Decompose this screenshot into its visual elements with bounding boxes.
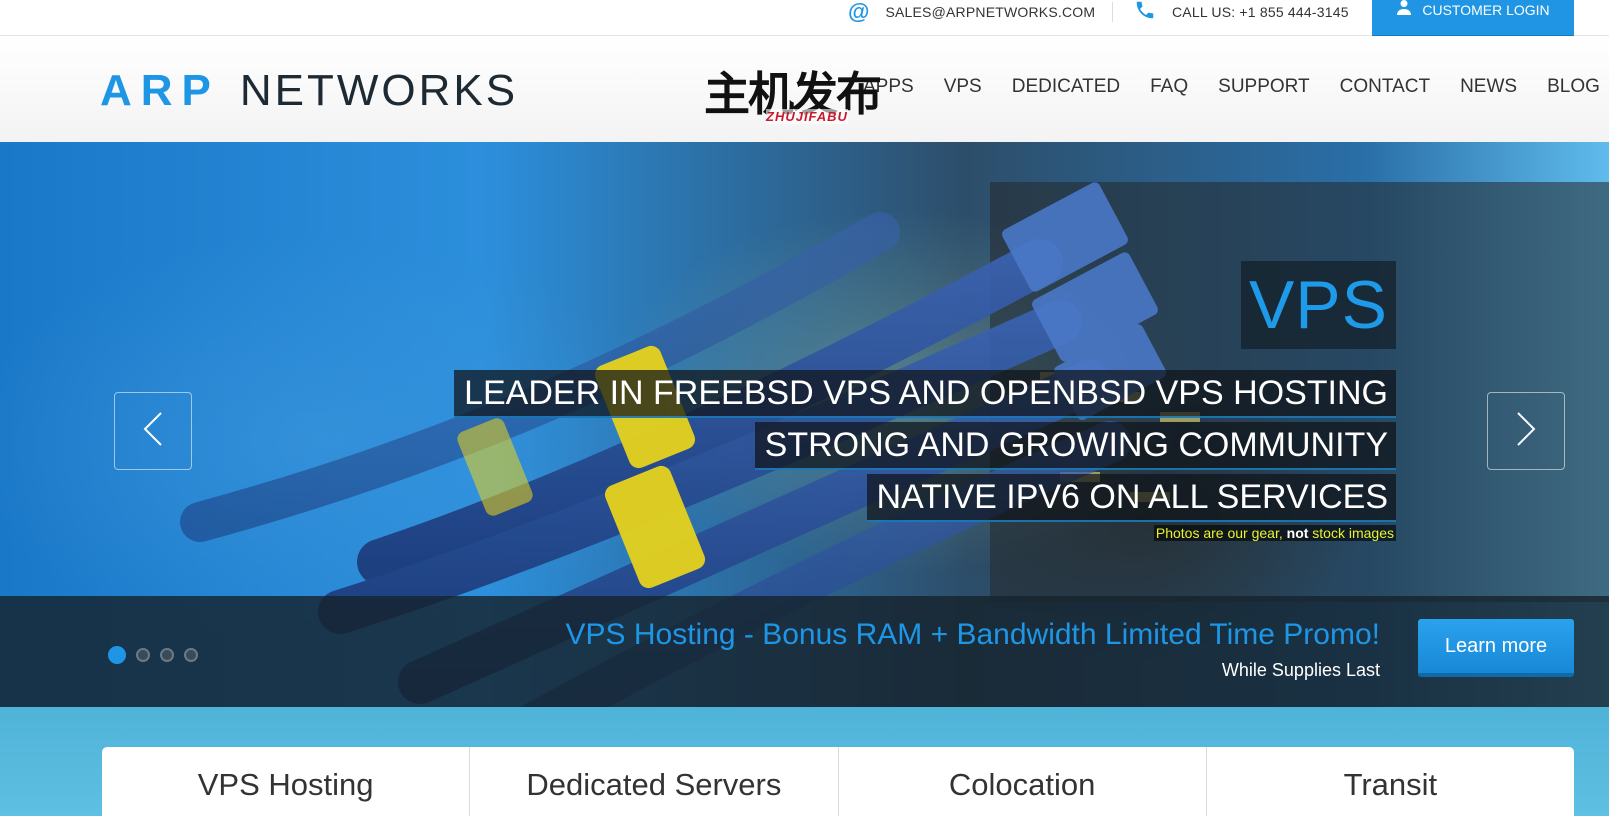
service-colocation[interactable]: Colocation [839, 747, 1207, 816]
nav-item-dedicated[interactable]: DEDICATED [1012, 76, 1120, 98]
service-vps-hosting[interactable]: VPS Hosting [102, 747, 471, 816]
slide-feature-2: STRONG AND GROWING COMMUNITY [754, 422, 1396, 470]
service-transit[interactable]: Transit [1207, 747, 1574, 816]
slider-dot-4[interactable] [184, 648, 198, 662]
phone-contact[interactable]: CALL US: +1 855 444-3145 [1134, 0, 1349, 24]
at-icon: @ [848, 0, 870, 24]
service-label: Colocation [948, 767, 1096, 802]
user-icon [1396, 0, 1412, 20]
note-text-after: stock images [1308, 525, 1394, 541]
note-text-bold: not [1286, 525, 1309, 541]
topbar-divider [1112, 2, 1113, 22]
learn-more-button[interactable]: Learn more [1418, 619, 1574, 677]
slider-next-button[interactable] [1487, 392, 1565, 470]
nav-item-support[interactable]: SUPPORT [1218, 76, 1310, 98]
chevron-left-icon [141, 409, 165, 454]
slide-photo-note: Photos are our gear, not stock images [1153, 525, 1396, 541]
watermark-overlay: 主机发布 ZHUJIFABU [704, 66, 904, 126]
promo-subtitle: While Supplies Last [1221, 660, 1380, 680]
service-dedicated-servers[interactable]: Dedicated Servers [470, 747, 839, 816]
slide-title: VPS [1241, 261, 1396, 349]
nav-item-contact[interactable]: CONTACT [1340, 76, 1430, 98]
slider-dot-2[interactable] [136, 648, 150, 662]
phone-number: CALL US: +1 855 444-3145 [1172, 4, 1349, 20]
nav-item-news[interactable]: NEWS [1460, 76, 1517, 98]
nav-item-vps[interactable]: VPS [944, 76, 982, 98]
services-section: VPS Hosting Dedicated Servers Colocation… [0, 707, 1609, 816]
service-label: VPS Hosting [197, 767, 374, 802]
email-contact[interactable]: @ SALES@ARPNETWORKS.COM [848, 0, 1095, 24]
watermark-en: ZHUJIFABU [766, 109, 848, 124]
logo-networks: NETWORKS [239, 66, 519, 115]
nav-item-faq[interactable]: FAQ [1150, 76, 1188, 98]
slider-dot-1[interactable] [108, 646, 126, 664]
chevron-right-icon [1514, 409, 1538, 454]
email-link[interactable]: SALES@ARPNETWORKS.COM [885, 4, 1095, 20]
slide-title-text: VPS [1248, 267, 1389, 343]
site-logo[interactable]: ARP NETWORKS [100, 66, 518, 116]
slide-feature-1: LEADER IN FREEBSD VPS AND OPENBSD VPS HO… [454, 370, 1396, 418]
customer-login-label: CUSTOMER LOGIN [1422, 1, 1550, 18]
customer-login-button[interactable]: CUSTOMER LOGIN [1372, 0, 1574, 38]
service-label: Dedicated Servers [526, 767, 782, 802]
slider-dots [108, 646, 198, 664]
slider-prev-button[interactable] [114, 392, 192, 470]
main-nav: APPS VPS DEDICATED FAQ SUPPORT CONTACT N… [863, 76, 1600, 98]
logo-arp: ARP [100, 66, 220, 115]
nav-item-blog[interactable]: BLOG [1547, 76, 1600, 98]
promo-title[interactable]: VPS Hosting - Bonus RAM + Bandwidth Limi… [565, 618, 1380, 652]
service-label: Transit [1343, 767, 1438, 802]
header: ARP NETWORKS APPS VPS DEDICATED FAQ SUPP… [0, 36, 1609, 142]
slider-dot-3[interactable] [160, 648, 174, 662]
slide-feature-3: NATIVE IPV6 ON ALL SERVICES [866, 474, 1396, 522]
promo-bar: VPS Hosting - Bonus RAM + Bandwidth Limi… [0, 596, 1609, 707]
top-bar: @ SALES@ARPNETWORKS.COM CALL US: +1 855 … [0, 0, 1609, 38]
services-tabs: VPS Hosting Dedicated Servers Colocation… [102, 747, 1574, 816]
hero-slider: VPS LEADER IN FREEBSD VPS AND OPENBSD VP… [0, 142, 1609, 707]
phone-icon [1134, 0, 1156, 26]
note-text-before: Photos are our gear, [1155, 525, 1287, 541]
